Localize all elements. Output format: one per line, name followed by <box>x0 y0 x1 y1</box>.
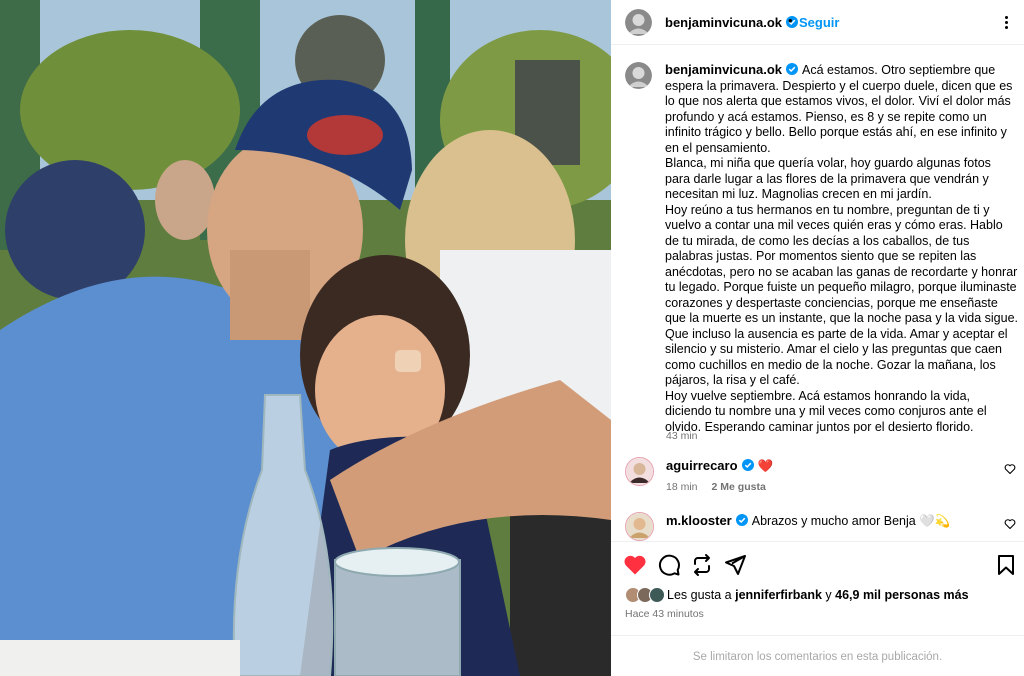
commenter-avatar[interactable] <box>625 512 654 541</box>
separator-dot: • <box>788 13 793 28</box>
caption-text: benjaminvicuna.ok Acá estamos. Otro septi… <box>665 62 1019 435</box>
likes-summary: Les gusta a jenniferfirbank y 46,9 mil p… <box>625 587 969 603</box>
verified-icon <box>786 63 799 75</box>
save-bookmark-icon[interactable] <box>994 553 1018 577</box>
action-bar: Les gusta a jenniferfirbank y 46,9 mil p… <box>611 541 1024 649</box>
comment-meta: 18 min 2 Me gusta <box>666 481 766 493</box>
commenter-username[interactable]: m.klooster <box>666 513 732 528</box>
caption-paragraph: Blanca, mi niña que quería volar, hoy gu… <box>665 156 991 201</box>
repost-icon[interactable] <box>690 553 714 577</box>
caption-paragraph: Hoy reúno a tus hermanos en tu nombre, p… <box>665 202 1019 388</box>
more-options-icon[interactable] <box>1000 14 1014 30</box>
commenter-avatar[interactable] <box>625 457 654 486</box>
caption-author-avatar[interactable] <box>625 62 652 89</box>
post-photo[interactable] <box>0 0 611 676</box>
comment-time[interactable]: 18 min <box>666 481 698 493</box>
verified-icon <box>735 514 748 526</box>
author-avatar[interactable] <box>625 9 652 36</box>
comments-limited-notice: Se limitaron los comentarios en esta pub… <box>611 635 1024 676</box>
likes-mid: y <box>821 588 836 602</box>
comment-likes[interactable]: 2 Me gusta <box>712 481 766 493</box>
photo-image <box>0 0 611 676</box>
caption-timestamp[interactable]: 43 min <box>666 430 698 442</box>
liker-avatar <box>649 587 665 603</box>
likes-user[interactable]: jenniferfirbank <box>735 588 822 602</box>
comment-icon[interactable] <box>657 553 681 577</box>
verified-icon <box>741 459 754 471</box>
post-header: benjaminvicuna.ok • Seguir <box>611 0 1024 45</box>
caption-username[interactable]: benjaminvicuna.ok <box>665 62 782 77</box>
likes-count[interactable]: 46,9 mil personas más <box>835 588 968 602</box>
comment-like-heart-icon[interactable] <box>1004 518 1016 530</box>
post-panel: benjaminvicuna.ok • Seguir benjaminvicun… <box>611 0 1024 676</box>
likes-prefix: Les gusta a <box>667 588 736 602</box>
caption-paragraph: Hoy vuelve septiembre. Acá estamos honra… <box>665 388 987 434</box>
like-heart-icon[interactable] <box>623 553 647 577</box>
share-icon[interactable] <box>723 553 747 577</box>
comment-text: ❤️ <box>757 459 774 473</box>
post-timestamp[interactable]: Hace 43 minutos <box>625 608 704 620</box>
follow-button[interactable]: Seguir <box>799 15 839 30</box>
comment-body: aguirrecaro ❤️ <box>666 458 773 474</box>
comment-like-heart-icon[interactable] <box>1004 463 1016 475</box>
comment-body: m.klooster Abrazos y mucho amor Benja 🤍💫 <box>666 513 950 529</box>
comment-item: aguirrecaro ❤️ 18 min 2 Me gusta <box>625 457 1016 497</box>
likers-avatars[interactable] <box>625 587 667 603</box>
commenter-username[interactable]: aguirrecaro <box>666 458 738 473</box>
author-username[interactable]: benjaminvicuna.ok <box>665 15 799 30</box>
comment-text: Abrazos y mucho amor Benja 🤍💫 <box>751 514 951 528</box>
author-username-text[interactable]: benjaminvicuna.ok <box>665 15 782 30</box>
